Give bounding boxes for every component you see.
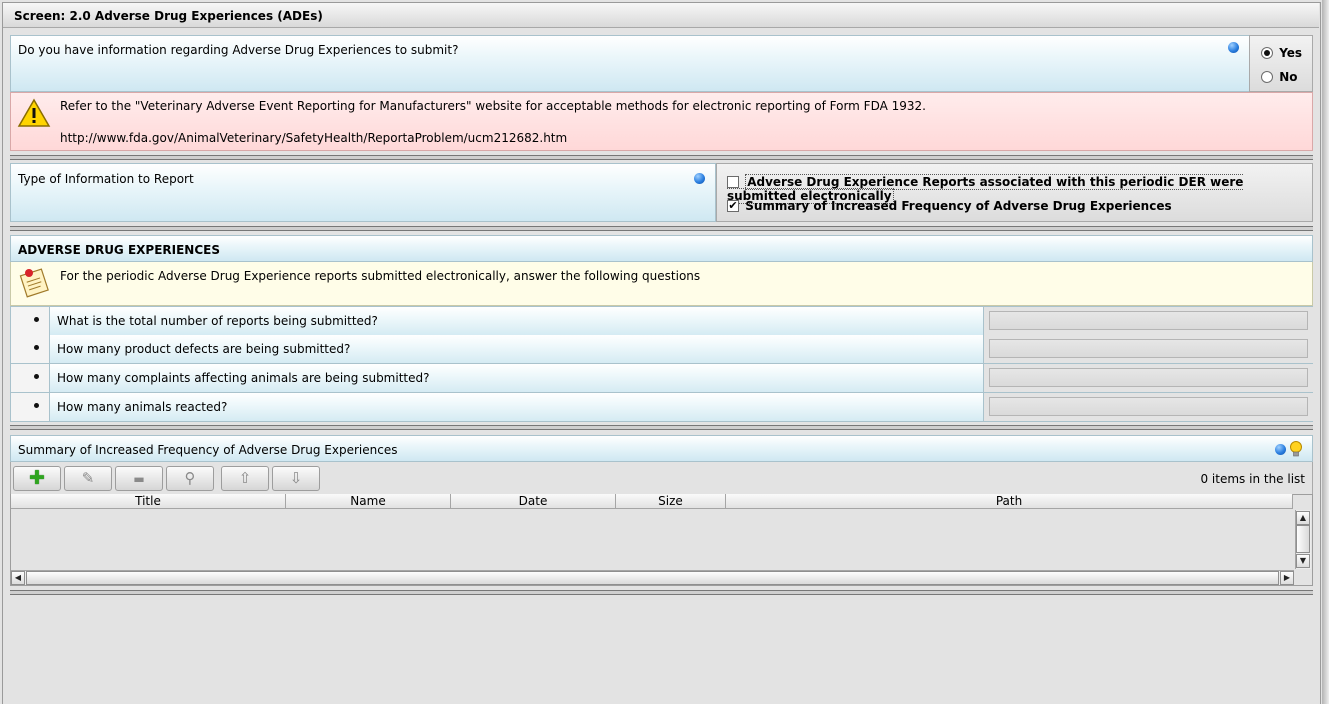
view-button[interactable]: ⚲ [166,466,214,491]
scroll-down-icon[interactable]: ▼ [1296,554,1310,568]
checkbox-summary-frequency[interactable]: ✔ Summary of Increased Frequency of Adve… [727,198,1172,213]
note-pin-icon [19,268,49,298]
radio-no[interactable]: No [1261,69,1297,84]
move-down-button[interactable]: ⇩ [272,466,320,491]
checkbox-ade-electronic-box[interactable] [727,175,739,188]
answer-cell [984,364,1313,392]
answer-cell [984,335,1313,363]
required-indicator-icon [694,173,705,184]
type-info-label: Type of Information to Report [18,172,194,186]
radio-yes-label: Yes [1279,45,1303,60]
add-button[interactable]: ✚ [13,466,61,491]
column-header-name[interactable]: Name [286,494,451,509]
required-indicator-icon [1275,444,1286,455]
add-icon: ✚ [29,467,45,489]
section-divider [10,155,1313,160]
bullet-icon [11,364,50,392]
horizontal-scroll-thumb[interactable] [26,571,1279,585]
section-divider [10,590,1313,595]
question-row: How many product defects are being submi… [10,335,1313,364]
ade-section-title: ADVERSE DRUG EXPERIENCES [18,243,220,257]
ade-answer-group: Yes No [1249,35,1313,92]
question-text: How many animals reacted? [50,393,984,421]
bullet-icon [11,307,50,335]
bullet-icon [11,393,50,421]
summary-header: Summary of Increased Frequency of Advers… [10,435,1313,462]
scroll-up-icon[interactable]: ▲ [1296,511,1310,525]
move-up-button[interactable]: ⇧ [221,466,269,491]
required-indicator-icon [1228,42,1239,53]
answer-cell [984,393,1313,421]
checkbox-summary-frequency-label: Summary of Increased Frequency of Advers… [745,198,1172,213]
section-divider [10,226,1313,231]
scroll-left-icon[interactable]: ◀ [11,571,25,585]
ade-note-text: For the periodic Adverse Drug Experience… [60,269,701,283]
edit-button[interactable]: ✎ [64,466,112,491]
items-count: 0 items in the list [1200,472,1305,486]
move-down-icon: ⇩ [289,469,303,487]
remove-icon: ▬ [133,472,145,486]
radio-yes[interactable]: Yes [1261,45,1302,60]
warning-url[interactable]: http://www.fda.gov/AnimalVeterinary/Safe… [60,131,567,145]
complaints-input[interactable] [989,368,1308,387]
column-header-title[interactable]: Title [11,494,286,509]
animals-reacted-input[interactable] [989,397,1308,416]
question-row: How many animals reacted? [10,393,1313,422]
total-reports-input[interactable] [989,311,1308,330]
screen-title: Screen: 2.0 Adverse Drug Experiences (AD… [3,3,1319,28]
answer-cell [984,307,1313,335]
radio-yes-button[interactable] [1261,46,1273,59]
warning-icon [17,98,51,127]
column-header-path[interactable]: Path [726,494,1293,509]
ade-note-panel: For the periodic Adverse Drug Experience… [10,262,1313,306]
warning-text: Refer to the "Veterinary Adverse Event R… [60,99,926,113]
warning-panel: Refer to the "Veterinary Adverse Event R… [10,92,1313,151]
section-divider [10,425,1313,430]
question-text: How many product defects are being submi… [50,335,984,363]
question-row: What is the total number of reports bein… [10,306,1313,335]
remove-button[interactable]: ▬ [115,466,163,491]
question-text: What is the total number of reports bein… [50,307,984,335]
product-defects-input[interactable] [989,339,1308,358]
table-body[interactable] [11,510,1294,569]
hint-lightbulb-icon[interactable] [1289,441,1303,458]
vertical-scroll-thumb[interactable] [1296,525,1310,553]
column-header-date[interactable]: Date [451,494,616,509]
type-info-options: Adverse Drug Experience Reports associat… [716,163,1313,222]
checkbox-summary-frequency-box[interactable]: ✔ [727,199,739,212]
radio-no-button[interactable] [1261,70,1273,83]
question-text: How many complaints affecting animals ar… [50,364,984,392]
ade-question-text: Do you have information regarding Advers… [18,43,459,57]
type-info-panel: Type of Information to Report [10,163,716,222]
bullet-icon [11,335,50,363]
move-up-icon: ⇧ [238,469,252,487]
scroll-right-icon[interactable]: ▶ [1280,571,1294,585]
ade-question-panel: Do you have information regarding Advers… [10,35,1250,92]
window-edge [1322,0,1329,704]
column-header-size[interactable]: Size [616,494,726,509]
question-row: How many complaints affecting animals ar… [10,364,1313,393]
summary-title: Summary of Increased Frequency of Advers… [18,443,398,457]
radio-no-label: No [1279,69,1298,84]
edit-icon: ✎ [81,469,95,487]
ade-section-header: ADVERSE DRUG EXPERIENCES [10,235,1313,262]
view-icon: ⚲ [184,469,196,487]
